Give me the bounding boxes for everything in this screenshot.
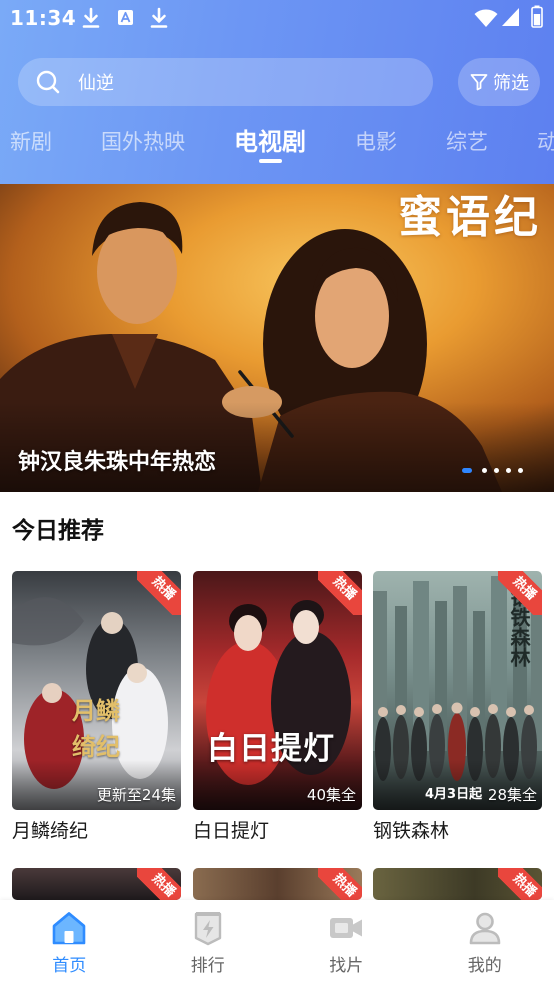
hot-badge: 热播: [498, 571, 542, 615]
poster-image: 热播: [12, 868, 181, 900]
drama-card[interactable]: 月鳞绮纪 热播 更新至24集 月鳞绮纪: [12, 571, 181, 842]
category-tabs: 新剧 国外热映 电视剧 电影 综艺 动: [10, 127, 554, 167]
hot-badge: 热播: [498, 868, 542, 900]
card-title[interactable]: 白日提灯: [193, 819, 269, 843]
ranking-icon: [194, 912, 221, 946]
poster-release-date: 4月3日起: [425, 787, 483, 802]
nav-label: 我的: [467, 956, 502, 976]
header: 11:34 筛选 新剧 国外热映 电视剧: [0, 0, 554, 184]
nav-home[interactable]: 首页: [0, 900, 139, 984]
nav-label: 首页: [52, 956, 87, 976]
drama-card[interactable]: 热播: [12, 868, 181, 900]
tab-label: 电视剧: [234, 128, 306, 156]
tab-variety[interactable]: 综艺: [446, 127, 488, 157]
poster-image: 白日提灯 热播 40集全: [193, 571, 362, 810]
carousel-dot[interactable]: [506, 468, 511, 473]
hot-badge: 热播: [137, 868, 181, 900]
filter-label: 筛选: [493, 73, 529, 94]
home-icon: [52, 912, 86, 945]
search-input[interactable]: [78, 66, 408, 98]
nav-label: 找片: [329, 956, 364, 976]
drama-card[interactable]: 热播: [373, 868, 542, 900]
drama-card[interactable]: 钢铁森林 热播 4月3日起 28集全 钢铁森林: [373, 571, 542, 842]
card-title[interactable]: 钢铁森林: [373, 819, 449, 843]
battery-icon: [531, 5, 543, 28]
filter-button[interactable]: 筛选: [458, 58, 540, 106]
poster-image: 月鳞绮纪 热播 更新至24集: [12, 571, 181, 810]
tab-new-series[interactable]: 新剧: [10, 127, 52, 157]
banner-poster-title: 蜜语纪: [398, 192, 542, 243]
card-title[interactable]: 月鳞绮纪: [12, 819, 88, 843]
poster-image: 热播: [193, 868, 362, 900]
episode-status: 40集全: [306, 786, 356, 804]
carousel-dot[interactable]: [482, 468, 487, 473]
episode-status: 更新至24集: [96, 786, 176, 804]
banner-caption: 钟汉良朱珠中年热恋: [18, 450, 217, 475]
filter-icon: [470, 74, 488, 91]
episode-status: 28集全: [487, 786, 537, 804]
hot-badge: 热播: [318, 868, 362, 900]
carousel-dot[interactable]: [518, 468, 523, 473]
nav-label: 排行: [190, 956, 225, 976]
wifi-icon: [474, 9, 498, 27]
tab-movies[interactable]: 电影: [355, 127, 397, 157]
tab-foreign-hits[interactable]: 国外热映: [101, 127, 185, 157]
nav-profile[interactable]: 我的: [416, 900, 554, 984]
banner-shade: [0, 402, 554, 492]
hot-badge: 热播: [137, 571, 181, 615]
drama-card[interactable]: 白日提灯 热播 40集全 白日提灯: [193, 571, 362, 842]
status-time: 11:34: [10, 6, 77, 30]
search-bar[interactable]: [18, 58, 433, 106]
poster-image: 钢铁森林 热播 4月3日起 28集全: [373, 571, 542, 810]
carousel-dot-active[interactable]: [462, 468, 472, 473]
poster-image: 热播: [373, 868, 542, 900]
user-icon: [469, 912, 501, 945]
banner-carousel[interactable]: 蜜语纪 钟汉良朱珠中年热恋: [0, 184, 554, 492]
download-icon: [82, 7, 100, 28]
signal-icon: [502, 8, 519, 26]
carousel-dot[interactable]: [494, 468, 499, 473]
app-store-icon: [118, 10, 133, 25]
hot-badge: 热播: [318, 571, 362, 615]
search-icon[interactable]: [35, 69, 61, 95]
nav-ranking[interactable]: 排行: [139, 900, 278, 984]
poster-art-title: 月鳞绮纪: [72, 696, 120, 761]
tab-active-indicator: [259, 159, 282, 163]
tab-tv-series[interactable]: 电视剧: [234, 127, 306, 163]
video-camera-icon: [330, 918, 363, 938]
drama-card[interactable]: 热播: [193, 868, 362, 900]
bottom-navigation: 首页 排行 找片 我的: [0, 900, 554, 984]
nav-find[interactable]: 找片: [277, 900, 416, 984]
tab-anime[interactable]: 动: [537, 127, 554, 157]
section-title: 今日推荐: [12, 518, 104, 544]
download-icon: [150, 7, 168, 28]
